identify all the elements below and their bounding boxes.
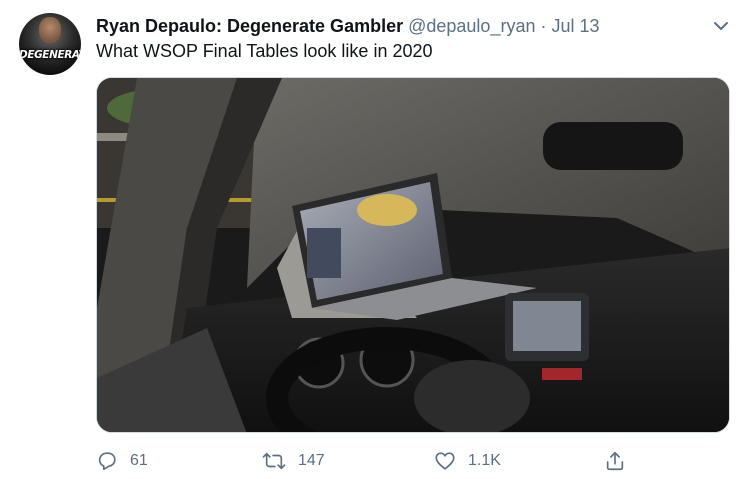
car-interior-photo: [97, 78, 729, 432]
tweet-header: Ryan Depaulo: Degenerate Gambler @depaul…: [96, 15, 600, 37]
retweet-icon: [262, 452, 286, 470]
avatar-label: DEGENERATE: [19, 49, 81, 61]
tweet: DEGENERATE Ryan Depaulo: Degenerate Gamb…: [0, 0, 751, 479]
retweet-count: 147: [298, 452, 325, 469]
tweet-actions: 61 147 1.1K: [96, 448, 730, 474]
tweet-text: What WSOP Final Tables look like in 2020: [96, 41, 433, 61]
more-button[interactable]: [710, 17, 732, 35]
reply-icon: [98, 452, 116, 471]
tweet-date[interactable]: Jul 13: [552, 16, 600, 36]
user-handle[interactable]: @depaulo_ryan: [408, 16, 535, 36]
retweet-button[interactable]: 147: [262, 448, 325, 474]
chevron-down-icon: [714, 22, 728, 30]
separator: ·: [540, 16, 547, 36]
like-button[interactable]: 1.1K: [434, 448, 501, 474]
display-name[interactable]: Ryan Depaulo: Degenerate Gambler: [96, 16, 403, 36]
reply-count: 61: [130, 452, 148, 469]
reply-button[interactable]: 61: [96, 448, 148, 474]
share-icon: [606, 451, 624, 471]
tweet-photo[interactable]: [96, 77, 730, 433]
like-count: 1.1K: [468, 452, 501, 469]
avatar[interactable]: DEGENERATE: [19, 13, 81, 75]
share-button[interactable]: [604, 448, 626, 474]
avatar-face: [39, 17, 61, 43]
like-icon: [435, 452, 455, 470]
